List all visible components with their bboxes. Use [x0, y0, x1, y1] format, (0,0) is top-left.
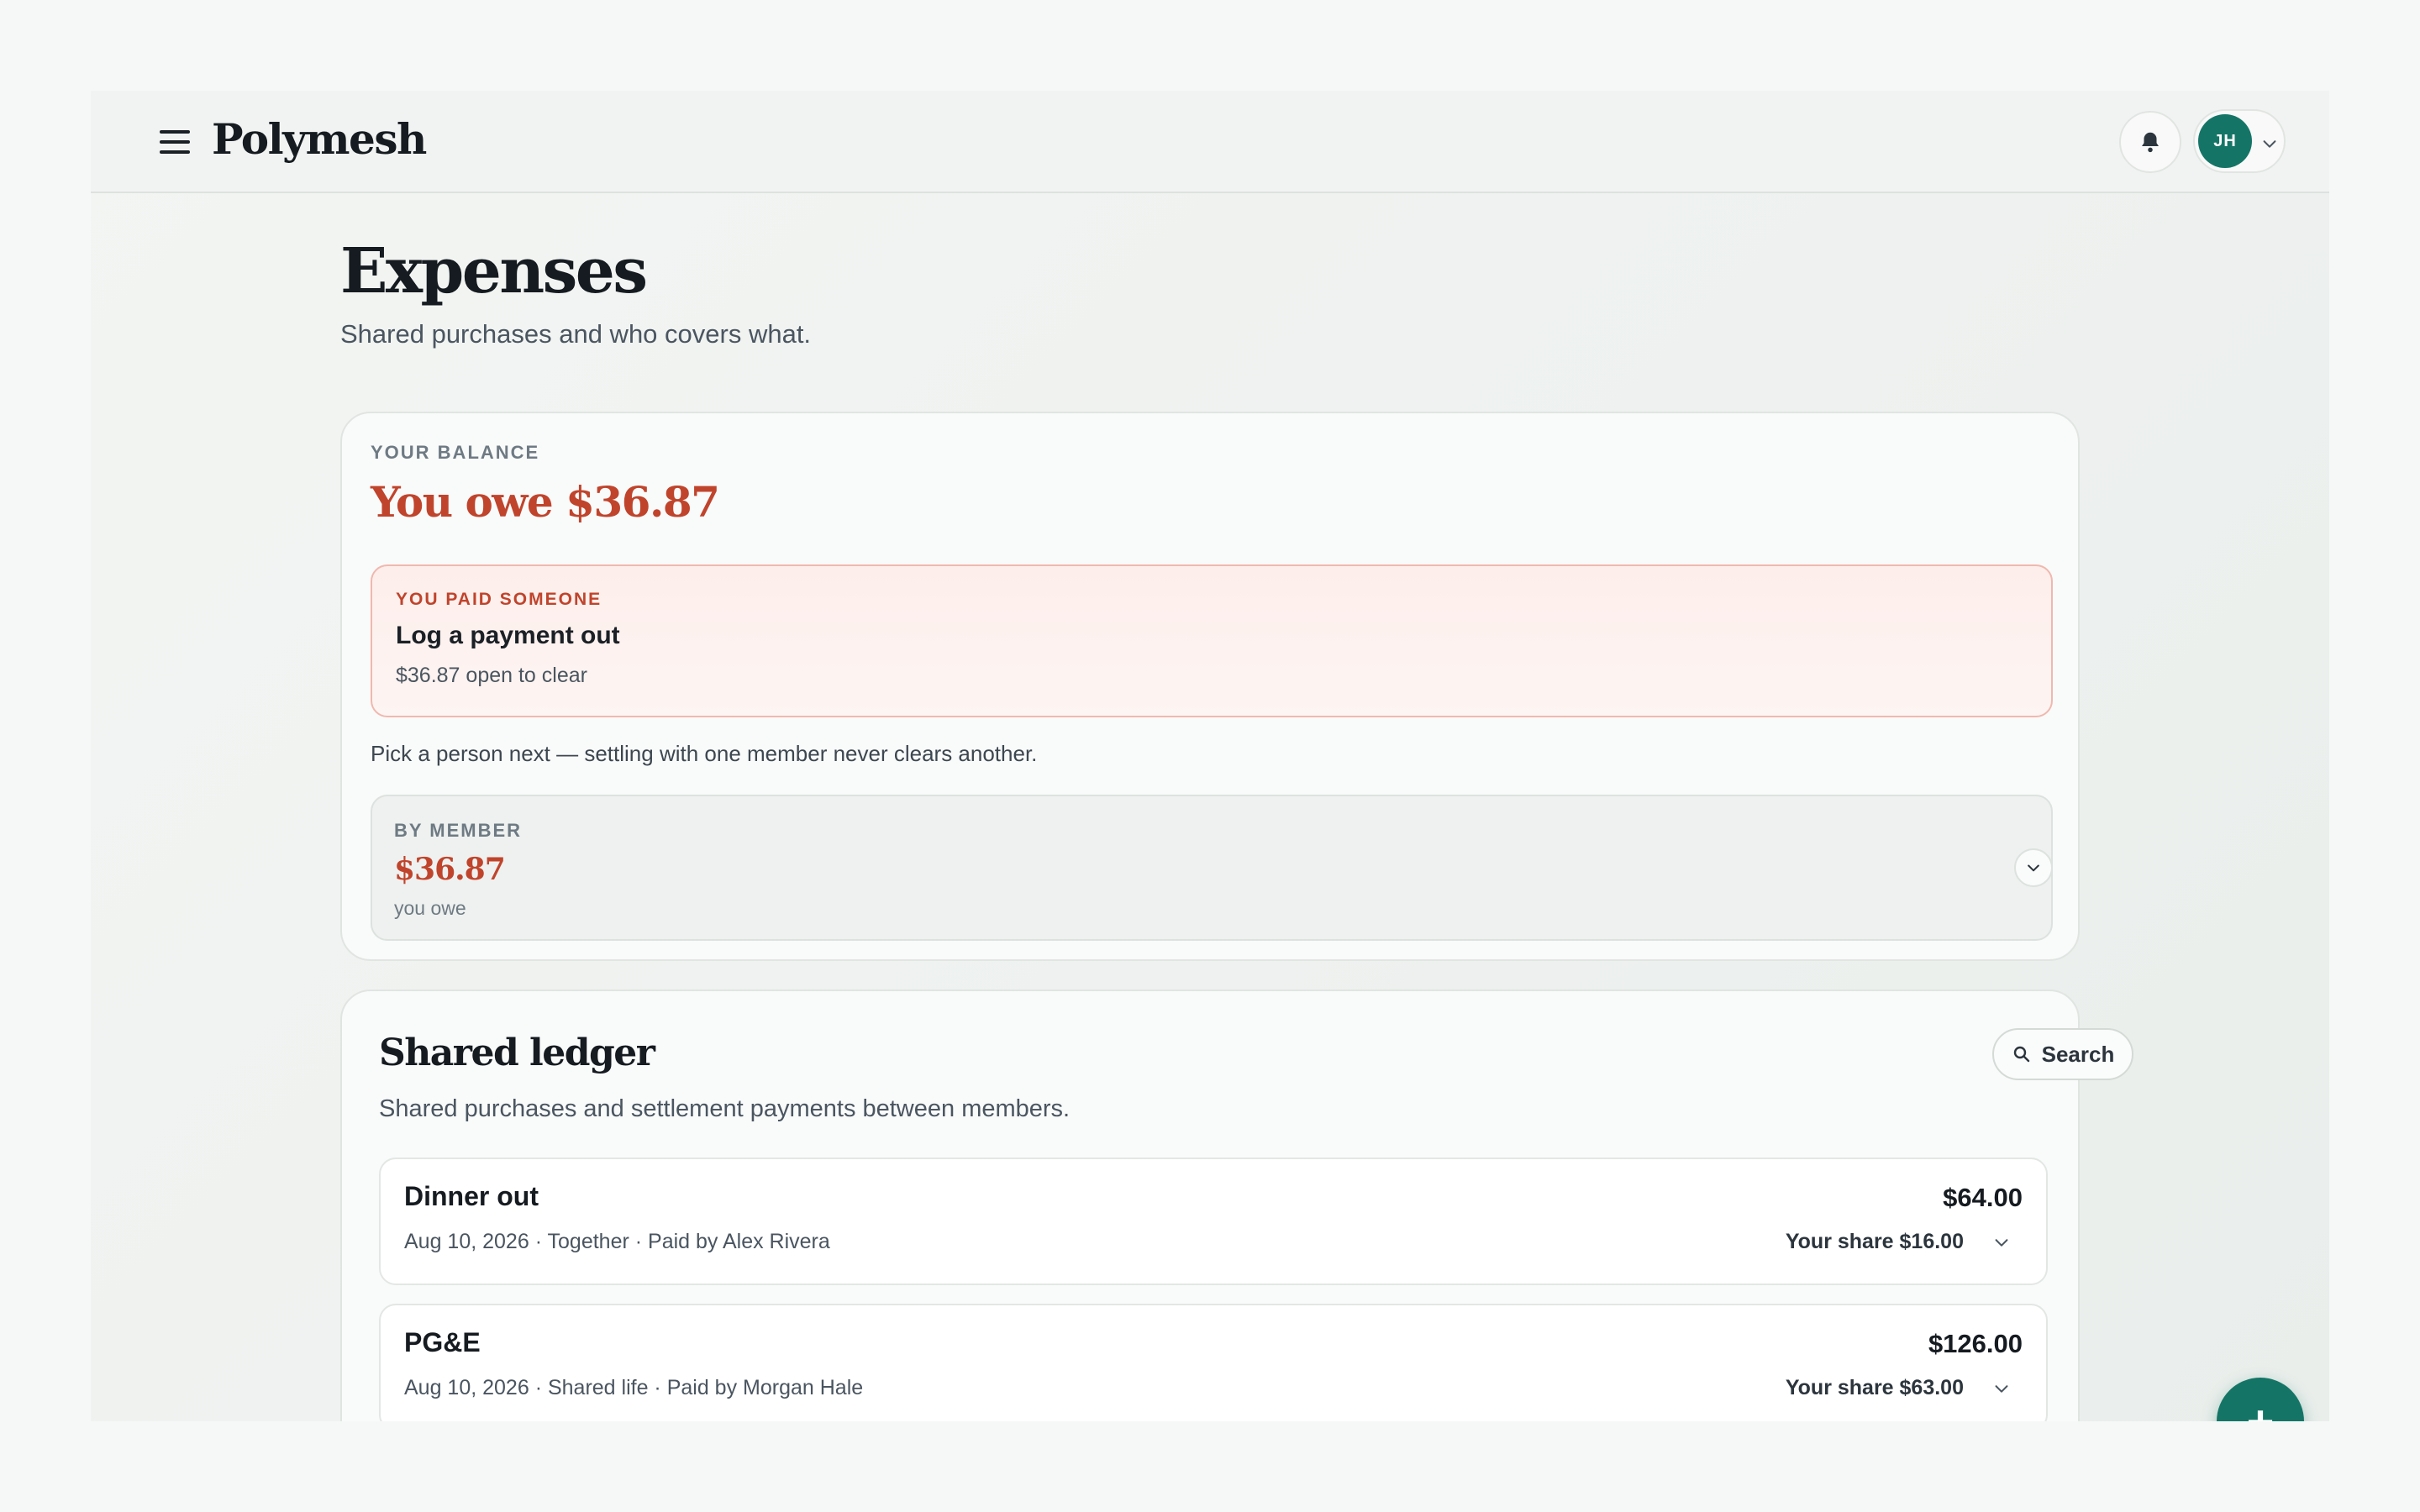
row-total: $126.00 — [1928, 1329, 2023, 1358]
chevron-down-icon — [2263, 140, 2276, 148]
ledger-row[interactable]: PG&E Aug 10, 2026 · Shared life · Paid b… — [379, 1304, 2048, 1421]
balance-amount: You owe $36.87 — [371, 477, 720, 527]
by-member-caption: you owe — [394, 897, 466, 919]
chevron-down-icon[interactable] — [1992, 1379, 2011, 1398]
menu-button[interactable] — [151, 123, 198, 161]
ledger-title: Shared ledger — [379, 1032, 655, 1074]
by-member-amount: $36.87 — [394, 852, 506, 887]
shared-ledger-card: Shared ledger Shared purchases and settl… — [340, 990, 2133, 1421]
account-menu-button[interactable]: JH — [2193, 109, 2286, 173]
ledger-row[interactable]: Dinner out Aug 10, 2026 · Together · Pai… — [379, 1158, 2048, 1285]
balance-label: YOUR BALANCE — [371, 442, 540, 463]
payment-title: Log a payment out — [396, 622, 620, 649]
bell-icon — [2142, 132, 2159, 153]
avatar: JH — [2198, 114, 2252, 168]
app-window: Polymesh JH Expenses Shared purchases an… — [91, 91, 2329, 1421]
search-icon — [2013, 1046, 2029, 1063]
row-total: $64.00 — [1943, 1183, 2023, 1212]
chevron-down-icon — [2028, 864, 2039, 872]
by-member-panel[interactable]: BY MEMBER $36.87 you owe — [371, 795, 2053, 941]
ledger-subtitle: Shared purchases and settlement payments… — [379, 1095, 1071, 1122]
row-title: Dinner out — [404, 1181, 539, 1211]
hamburger-icon — [160, 130, 190, 134]
log-payment-out-card[interactable]: YOU PAID SOMEONE Log a payment out $36.8… — [371, 564, 2053, 717]
by-member-expand-button[interactable] — [2014, 848, 2053, 887]
brand-logo[interactable]: Polymesh — [212, 114, 427, 164]
settle-hint: Pick a person next — settling with one m… — [371, 741, 1038, 766]
top-bar: Polymesh JH — [91, 91, 2329, 193]
row-share: Your share $16.00 — [1785, 1230, 1964, 1253]
payment-eyebrow: YOU PAID SOMEONE — [396, 590, 602, 609]
page-title: Expenses — [340, 235, 648, 307]
chevron-down-icon[interactable] — [1992, 1233, 2011, 1252]
row-meta: Aug 10, 2026 · Together · Paid by Alex R… — [404, 1230, 830, 1253]
hamburger-icon — [160, 140, 190, 144]
add-expense-button[interactable]: + — [2217, 1378, 2304, 1421]
row-share: Your share $63.00 — [1785, 1376, 1964, 1399]
row-title: PG&E — [404, 1327, 481, 1357]
page-subtitle: Shared purchases and who covers what. — [340, 319, 812, 349]
balance-card: YOUR BALANCE You owe $36.87 YOU PAID SOM… — [340, 412, 2080, 961]
payment-subtitle: $36.87 open to clear — [396, 664, 587, 687]
search-button[interactable]: Search — [1992, 1028, 2133, 1080]
by-member-eyebrow: BY MEMBER — [394, 820, 523, 841]
search-button-label: Search — [2041, 1041, 2115, 1067]
hamburger-icon — [160, 150, 190, 154]
notifications-button[interactable] — [2119, 111, 2181, 173]
row-meta: Aug 10, 2026 · Shared life · Paid by Mor… — [404, 1376, 864, 1399]
